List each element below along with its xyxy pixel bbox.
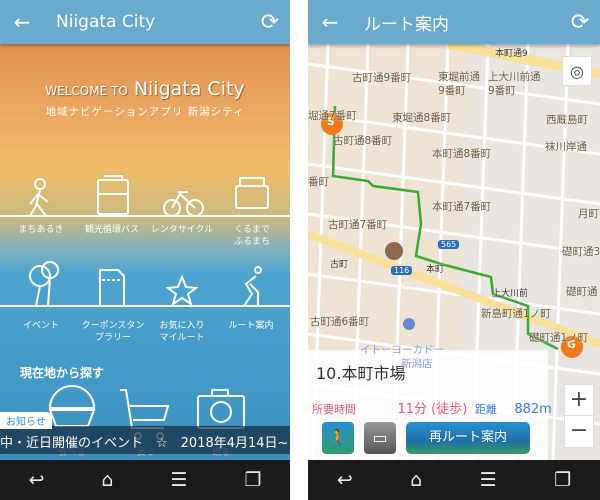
map-label: 西厩島町 [546, 114, 588, 126]
route-screen: ← ルート案内 ⟳ S G 本町通9 古町通9番町 東堀前通9番町 上大川前通9… [308, 0, 600, 500]
app-title: Niigata City [56, 12, 156, 32]
balloons-icon [29, 261, 59, 307]
map-label: 古町 [330, 260, 349, 270]
arrow-left-icon[interactable]: ← [308, 10, 352, 34]
menu-bus[interactable]: 観光循環バス [77, 224, 147, 236]
map-label: 東堀通8番町 [392, 112, 452, 124]
map-label: 古町通9番町 [352, 72, 412, 84]
route-summary: 所要時間 11分 (徒歩) 距離 882m [312, 398, 552, 417]
zoom-controls: + − [564, 384, 594, 448]
welcome-subtitle: 地域ナビゲーションアプリ 新潟シティ [45, 106, 245, 118]
recent-apps-icon[interactable]: ❐ [244, 469, 261, 491]
map-label: 古町通6番町 [310, 316, 370, 328]
map-label: 月町 [578, 208, 599, 220]
map-label: 本町 [426, 265, 445, 275]
map-label: 袜川岸通 [545, 141, 587, 153]
welcome-city: Niigata City [133, 78, 245, 100]
walker-icon [29, 178, 49, 217]
nearby-title: 現在地から探す [20, 366, 105, 380]
zoom-out-button[interactable]: − [565, 416, 593, 446]
reroute-button[interactable]: 再ルート案内 [406, 422, 530, 454]
menu-cycle[interactable]: レンタサイクル [147, 224, 217, 236]
welcome-title: WELCOME TO Niigata City [0, 78, 290, 100]
menu-car[interactable]: くるまでふるまち [232, 224, 272, 248]
map-label: 上大川前通9番町 [488, 71, 541, 97]
system-nav: ↩ ⌂ ☰ ❐ [0, 460, 290, 500]
screen-title: ルート案内 [364, 14, 449, 35]
menu-coupon[interactable]: クーポンスタンプラリー [80, 320, 146, 344]
shop-icon [403, 318, 415, 330]
car-icon: ▭ [372, 428, 388, 447]
crosshair-icon: ◎ [570, 62, 584, 81]
camera-icon [197, 389, 245, 429]
distance-label: 距離 [474, 403, 497, 416]
time-value: 11分 (徒歩) [397, 402, 468, 417]
app-header: ← ルート案内 ⟳ [308, 0, 600, 44]
time-label: 所要時間 [312, 403, 356, 416]
menu-icon[interactable]: ☰ [170, 469, 187, 491]
arrow-left-icon[interactable]: ← [0, 10, 44, 34]
my-location-button[interactable]: ◎ [562, 56, 592, 86]
refresh-icon[interactable]: ⟳ [560, 10, 600, 35]
refresh-icon[interactable]: ⟳ [250, 10, 290, 35]
map-label: 礎町通1ノ町 [529, 332, 589, 344]
map-label: 新潟店 [401, 358, 433, 370]
back-icon[interactable]: ↩ [337, 469, 353, 491]
map-label: イトーヨーカドー [360, 344, 444, 356]
home-screen: ← Niigata City ⟳ WELCOME TO Niigata City… [0, 0, 290, 500]
car-icon [235, 177, 269, 209]
walk-mode-button[interactable]: 🚶 [322, 422, 354, 454]
map-label: 古町通8番町 [333, 135, 393, 147]
menu-event[interactable]: イベント [6, 320, 76, 332]
notice-text: 中・近日開催のイベント ☆ 2018年4月14日~ [0, 436, 289, 451]
app-header: ← Niigata City ⟳ [0, 0, 290, 44]
map-label: 番町 [308, 176, 329, 188]
route-badge-565: 565 [438, 240, 460, 249]
notice-ticker[interactable]: 中・近日開催のイベント ☆ 2018年4月14日~ [0, 426, 290, 454]
bus-icon [97, 175, 129, 215]
map-label: 本町通7番町 [432, 201, 492, 213]
map-label: 堀通7番町 [308, 110, 357, 122]
map-label: 古町通7番町 [328, 219, 388, 231]
coupon-icon [99, 269, 125, 306]
menu-route[interactable]: ルート案内 [216, 320, 286, 332]
home-icon[interactable]: ⌂ [410, 469, 422, 491]
back-icon[interactable]: ↩ [28, 469, 44, 491]
map-label: 上大川前 [492, 289, 529, 299]
walker-icon: 🚶 [328, 428, 348, 447]
route-badge-116: 116 [391, 266, 413, 275]
zoom-in-button[interactable]: + [565, 385, 593, 416]
distance-value: 882m [514, 402, 552, 417]
map-label: 本町通9 [495, 49, 528, 59]
bicycle-icon [163, 191, 204, 217]
recent-apps-icon[interactable]: ❐ [554, 469, 571, 491]
map-label: 本町通8番町 [432, 148, 492, 160]
menu-icon[interactable]: ☰ [480, 469, 497, 491]
map-label: 礎町通 [566, 286, 598, 298]
menu-machiaruki[interactable]: まちあるき [6, 224, 76, 236]
hero-banner: WELCOME TO Niigata City 地域ナビゲーションアプリ 新潟シ… [0, 44, 290, 460]
rice-bowl-icon [48, 385, 96, 427]
map-label: 礎町通3 [562, 246, 600, 258]
system-nav: ↩ ⌂ ☰ ❐ [308, 460, 600, 500]
post-office-icon [385, 242, 403, 260]
notice-badge: お知らせ [0, 412, 52, 429]
car-mode-button[interactable]: ▭ [364, 422, 396, 454]
home-icon[interactable]: ⌂ [101, 469, 113, 491]
welcome-prefix: WELCOME TO [45, 84, 128, 98]
destination-name: 10.本町市場 [316, 364, 406, 383]
star-icon [165, 274, 199, 307]
map-label: 新島町通1ノ町 [481, 308, 551, 320]
menu-favorite[interactable]: お気に入りマイルート [157, 320, 207, 344]
route-runner-icon [243, 266, 262, 307]
map-label: 東堀前通9番町 [438, 71, 480, 97]
